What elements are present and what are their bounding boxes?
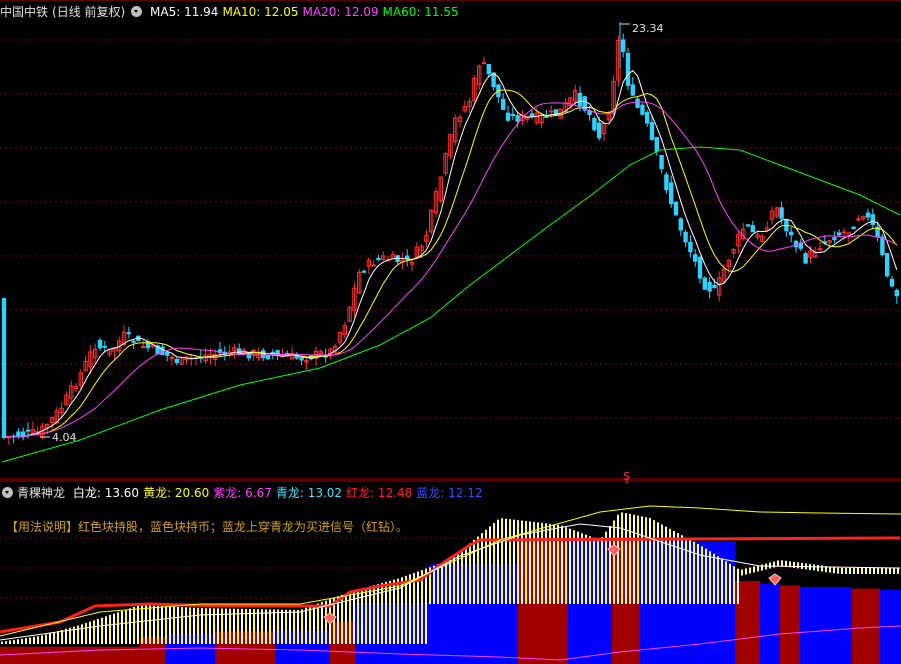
candle-body-136: [654, 137, 659, 152]
candle-body-129: [621, 39, 626, 52]
candle-body-78: [376, 257, 381, 260]
candle-body-33: [160, 346, 165, 355]
settings-dropdown-icon[interactable]: [131, 6, 143, 17]
position-block-15: [800, 586, 852, 664]
position-block-14: [780, 585, 800, 664]
candle-body-77: [371, 264, 376, 267]
ma-legend-1: MA10: 12.05: [222, 5, 299, 19]
candle-body-120: [577, 92, 583, 107]
candle-body-144: [693, 254, 698, 262]
low-price-label: 4.04: [52, 431, 77, 444]
main-chart-header: 中国中铁 (日线 前复权) MA5: 11.94 MA10: 12.05 MA20: …: [0, 3, 901, 21]
indicator-legend-1: 黄龙: 20.60: [143, 486, 210, 500]
candle-body-173: [832, 237, 837, 241]
ma-legend: MA5: 11.94 MA10: 12.05 MA20: 12.09 MA60: 11…: [150, 5, 463, 19]
candle-body-141: [678, 218, 683, 231]
candle-body-84: [405, 255, 410, 259]
candle-body-147: [707, 281, 712, 292]
indicator-legend-4: 红龙: 12.48: [346, 486, 413, 500]
candle-body-5: [25, 429, 31, 432]
indicator-header: 青稞神龙 白龙: 13.60 黄龙: 20.60 紫龙: 6.67 青龙: 13.02…: [0, 484, 901, 502]
position-block-13: [760, 583, 780, 664]
candle-body-131: [630, 84, 635, 96]
candle-body-143: [688, 241, 693, 253]
high-price-label: 23.34: [632, 22, 664, 35]
candle-body-132: [635, 98, 640, 108]
indicator-legend-0: 白龙: 13.60: [72, 486, 140, 500]
candle-body-166: [798, 242, 803, 249]
candle-body-36: [174, 358, 180, 364]
candle-body-185: [889, 278, 895, 287]
candle-body-29: [141, 345, 146, 348]
buy-diamond-icon-2: [768, 573, 782, 586]
period-label: (日线 前复权): [52, 5, 126, 19]
candle-body-130: [625, 52, 631, 86]
candle-body-27: [131, 340, 136, 343]
candle-body-3: [16, 431, 21, 438]
candle-body-107: [515, 115, 520, 122]
candle-body-35: [169, 357, 175, 360]
ma60-line: [1, 146, 901, 463]
indicator-legend-5: 蓝龙: 12.12: [416, 486, 483, 500]
candle-body-0: [1, 298, 7, 439]
indicator-settings-icon[interactable]: [2, 487, 13, 498]
indicator-legend-3: 青龙: 13.02: [275, 486, 343, 500]
candle-body-184: [885, 253, 890, 277]
candle-body-148: [712, 284, 717, 289]
candle-body-139: [669, 182, 674, 205]
candle-body-104: [501, 98, 506, 110]
candle-body-145: [697, 256, 703, 279]
stock-title: 中国中铁: [0, 5, 49, 19]
candle-body-106: [510, 113, 516, 116]
candle-body-135: [649, 122, 655, 140]
candle-body-178: [856, 218, 861, 221]
usage-note: 【用法说明】红色块持股，蓝色块持币；蓝龙上穿青龙为买进信号（红钻）。: [6, 520, 409, 534]
indicator-legend: 白龙: 13.60 黄龙: 20.60 紫龙: 6.67 青龙: 13.02 红龙: 1…: [73, 486, 487, 500]
ma-legend-0: MA5: 11.94: [150, 5, 219, 19]
candle-body-180: [865, 212, 871, 218]
candle-body-167: [803, 253, 808, 264]
candle-body-133: [640, 104, 645, 115]
candle-body-20: [97, 339, 103, 349]
candle-body-121: [582, 96, 587, 111]
candle-body-124: [597, 122, 602, 139]
candle-body-75: [361, 270, 367, 273]
candle-body-162: [779, 207, 784, 219]
candle-body-137: [659, 155, 664, 170]
position-block-16: [852, 588, 880, 664]
indicator-legend-2: 紫龙: 6.67: [213, 486, 272, 500]
candle-body-175: [841, 231, 847, 234]
candle-body-183: [880, 236, 885, 255]
ma-legend-3: MA60: 11.55: [382, 5, 459, 19]
candle-body-142: [683, 231, 688, 243]
indicator-title: 青稞神龙: [17, 486, 66, 500]
candle-body-186: [894, 290, 899, 297]
candle-body-105: [505, 112, 511, 121]
candle-body-114: [549, 110, 554, 113]
candle-body-62: [299, 357, 304, 361]
signal-mark: S: [623, 470, 630, 483]
candle-body-26: [126, 332, 131, 335]
ma-legend-2: MA20: 12.09: [302, 5, 379, 19]
candle-body-146: [702, 277, 707, 290]
candle-body-34: [165, 351, 170, 356]
candle-body-177: [851, 226, 856, 230]
candle-body-4: [21, 431, 26, 437]
candle-body-123: [592, 117, 597, 131]
candle-body-100: [481, 62, 487, 65]
candle-body-174: [837, 232, 842, 236]
candle-body-155: [745, 224, 751, 227]
candle-body-181: [870, 214, 875, 225]
candle-body-101: [486, 64, 492, 75]
candle-body-140: [673, 201, 679, 216]
candle-body-156: [750, 225, 755, 233]
chart-canvas: [0, 0, 901, 664]
candle-body-164: [789, 231, 794, 236]
candle-body-113: [544, 115, 549, 118]
candle-body-134: [645, 111, 650, 124]
ma5-line: [3, 70, 898, 439]
candle-body-21: [102, 345, 107, 348]
candle-body-138: [664, 174, 669, 191]
